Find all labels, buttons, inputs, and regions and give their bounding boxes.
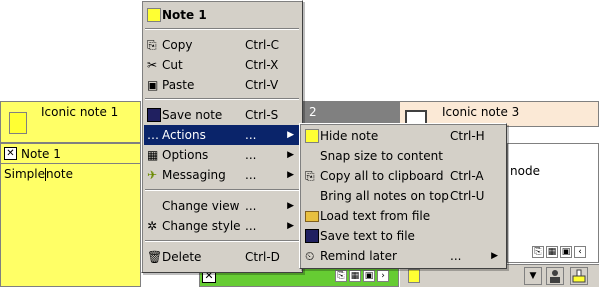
note-1-titlebar[interactable]: ✕ Note 1 [1,144,140,164]
menu-item-copy[interactable]: ⎘ Copy Ctrl-C [144,35,300,55]
note-context-menu: Note 1 ⎘ Copy Ctrl-C ✂ Cut Ctrl-X ▣ Past… [141,0,303,273]
iconic-note-3-label: Iconic note 3 [442,105,520,119]
save-icon [305,229,319,243]
scroll-right-icon[interactable]: › [377,270,389,282]
menu-item-delete[interactable]: 🗑 Delete Ctrl-D [144,247,300,267]
copy-icon: ⎘ [305,169,315,183]
copy-icon[interactable]: ⎘ [532,246,544,258]
note-icon [305,129,319,143]
note-1-title: Note 1 [21,147,61,161]
menu-item-save-note[interactable]: Save note Ctrl-S [144,105,300,125]
iconic-note-2[interactable]: 2 [300,101,400,123]
iconic-note-2-label: 2 [309,105,317,119]
folder-icon [305,211,319,222]
menu-item-change-view[interactable]: Change view ... ▶ [144,196,300,216]
paste-icon[interactable]: ▣ [560,246,572,258]
note-1-text-before: Simple [4,167,45,181]
submenu-item-save-text[interactable]: Save text to file [302,226,504,246]
note-icon [9,112,27,134]
small-note-icon[interactable] [408,269,420,283]
cut-icon: ✂ [147,58,158,72]
grid-icon[interactable]: ▦ [546,246,558,258]
save-icon [147,108,161,122]
grid-icon[interactable]: ▦ [349,270,361,282]
menu-item-change-style[interactable]: ✲ Change style ... ▶ [144,216,300,236]
submenu-item-bring-on-top[interactable]: Bring all notes on top Ctrl-U [302,186,504,206]
note-1-text-after: note [45,167,74,181]
submenu-item-copy-all[interactable]: ⎘ Copy all to clipboard Ctrl-A [302,166,504,186]
iconic-note-1-label: Iconic note 1 [41,105,119,119]
menu-item-options[interactable]: ▦ Options ... ▶ [144,145,300,165]
submenu-arrow-icon: ▶ [287,130,294,140]
submenu-arrow-icon: ▶ [287,221,294,231]
menu-header: Note 1 [144,5,300,25]
note-1-window[interactable]: ✕ Note 1 Simplenote [0,143,141,287]
note-right-text: node [510,164,540,178]
dropdown-box[interactable]: ▼ [524,267,542,285]
copy-icon: ⎘ [147,38,157,52]
menu-item-paste[interactable]: ▣ Paste Ctrl-V [144,75,300,95]
submenu-item-snap-size[interactable]: Snap size to content [302,146,504,166]
note-right-toolbar: ⎘ ▦ ▣ ‹ [526,244,598,260]
submenu-item-load-text[interactable]: Load text from file [302,206,504,226]
submenu-item-remind-later[interactable]: ⏲ Remind later ... ▶ [302,246,504,266]
options-icon: ▦ [147,148,159,162]
style-icon: ✲ [147,219,158,233]
menu-item-actions[interactable]: … Actions ... ▶ [144,125,300,145]
paste-icon[interactable]: ▣ [363,270,375,282]
note-right-window[interactable]: node ⎘ ▦ ▣ ‹ [507,143,599,263]
notify-icon[interactable] [570,267,588,285]
submenu-arrow-icon: ▶ [287,150,294,160]
note-icon [147,8,161,22]
copy-icon[interactable]: ⎘ [335,270,347,282]
submenu-item-hide-note[interactable]: Hide note Ctrl-H [302,126,504,146]
menu-item-cut[interactable]: ✂ Cut Ctrl-X [144,55,300,75]
scroll-left-icon[interactable]: ‹ [574,246,586,258]
dots-icon: … [147,128,159,142]
pin-icon[interactable]: ✕ [4,147,17,160]
iconic-note-1[interactable]: Iconic note 1 [0,101,141,143]
user-icon[interactable] [546,267,564,285]
delete-icon: 🗑 [147,250,163,264]
note-1-text-area[interactable]: Simplenote [4,167,73,181]
menu-item-messaging[interactable]: ✈ Messaging ... ▶ [144,165,300,185]
submenu-arrow-icon: ▶ [287,170,294,180]
submenu-arrow-icon: ▶ [491,251,498,261]
paste-icon: ▣ [147,78,159,92]
clock-icon: ⏲ [305,249,315,263]
messaging-icon: ✈ [147,168,158,182]
submenu-arrow-icon: ▶ [287,201,294,211]
actions-submenu: Hide note Ctrl-H Snap size to content ⎘ … [299,123,507,269]
